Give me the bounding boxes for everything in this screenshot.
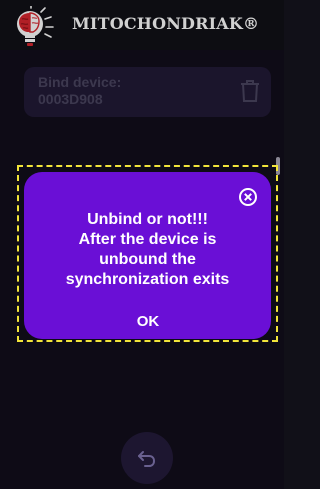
undo-arrow-icon: [138, 451, 155, 467]
dialog-message-line: After the device is: [78, 231, 217, 248]
dialog-message-line: Unbind or not!!!: [87, 211, 208, 228]
dialog-message-line: synchronization exits: [65, 271, 230, 288]
app-screen: MITOCHONDRIAK® Bind device: 0003D908 Unb…: [0, 0, 284, 489]
close-circle-icon[interactable]: [238, 187, 258, 207]
unbind-dialog: Unbind or not!!! After the device is unb…: [24, 172, 271, 339]
dialog-message: Unbind or not!!! After the device is unb…: [24, 210, 271, 290]
dialog-message-line: unbound the: [99, 251, 196, 268]
ok-button[interactable]: OK: [124, 311, 172, 333]
back-button[interactable]: [121, 432, 173, 484]
